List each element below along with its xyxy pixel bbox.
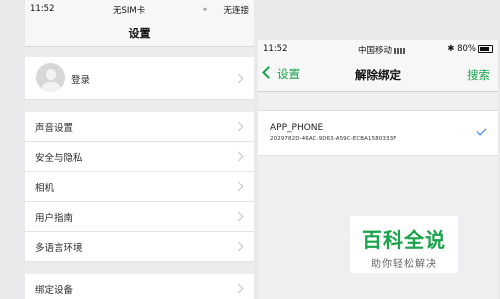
settings-item-security[interactable]: 安全与隐私 bbox=[25, 142, 254, 172]
chevron-right-icon bbox=[233, 73, 244, 84]
status-time: 11:52 bbox=[30, 4, 55, 14]
unbind-screen: 11:52 中国移动 ✱ 80% 设置 解除绑定 搜索 APP_PHONE 20… bbox=[258, 40, 498, 299]
nav-bar: 设置 bbox=[25, 18, 254, 47]
chevron-right-icon bbox=[233, 181, 244, 192]
section-gap bbox=[25, 100, 254, 112]
watermark-main: 百科全说 bbox=[362, 228, 446, 252]
section-gap bbox=[25, 47, 254, 57]
settings-item-label: 多语言环境 bbox=[35, 243, 83, 254]
chevron-right-icon bbox=[233, 151, 244, 162]
device-name: APP_PHONE bbox=[270, 123, 324, 133]
settings-item-label: 绑定设备 bbox=[35, 285, 74, 296]
settings-item-language[interactable]: 多语言环境 bbox=[25, 232, 254, 262]
settings-item-user-guide[interactable]: 用户指南 bbox=[25, 202, 254, 232]
status-bar: 11:52 无SIM卡 ⁎ 无连接 bbox=[25, 0, 254, 18]
login-label: 登录 bbox=[71, 75, 91, 86]
battery-icon bbox=[478, 44, 493, 53]
search-button[interactable]: 搜索 bbox=[467, 67, 490, 83]
status-wifi: 无连接 bbox=[223, 6, 249, 16]
chevron-right-icon bbox=[233, 283, 244, 294]
watermark-logo: 百科全说 助你轻松解决 bbox=[350, 216, 458, 273]
bluetooth-icon: ⁎ bbox=[203, 4, 207, 13]
avatar-icon bbox=[36, 63, 65, 92]
page-title: 解除绑定 bbox=[355, 68, 401, 82]
status-carrier: 无SIM卡 bbox=[113, 6, 146, 16]
section-gap bbox=[25, 262, 254, 274]
watermark-sub: 助你轻松解决 bbox=[371, 259, 437, 270]
nav-bar: 设置 解除绑定 搜索 bbox=[258, 57, 498, 92]
status-right: ✱ 80% bbox=[447, 44, 493, 54]
login-row[interactable]: 登录 bbox=[25, 57, 254, 100]
device-row[interactable]: APP_PHONE 2029782D-46AC-9D63-A59C-ECBA15… bbox=[258, 110, 498, 156]
checkmark-icon bbox=[476, 125, 487, 136]
status-time: 11:52 bbox=[263, 44, 288, 54]
settings-item-sound[interactable]: 声音设置 bbox=[25, 112, 254, 142]
settings-item-label: 声音设置 bbox=[35, 123, 74, 134]
settings-screen: 11:52 无SIM卡 ⁎ 无连接 设置 登录 声音设置 安全与隐私 相机 用户… bbox=[25, 0, 254, 299]
settings-item-camera[interactable]: 相机 bbox=[25, 172, 254, 202]
status-icons: ✱ 80% bbox=[447, 44, 476, 54]
settings-item-label: 相机 bbox=[35, 183, 55, 194]
device-id: 2029782D-46AC-9D63-A59C-ECBA1580333F bbox=[270, 136, 397, 142]
page-title: 设置 bbox=[128, 27, 151, 40]
status-carrier: 中国移动 bbox=[358, 44, 407, 56]
settings-item-bind-device[interactable]: 绑定设备 bbox=[25, 274, 254, 299]
status-carrier-label: 中国移动 bbox=[358, 46, 393, 56]
chevron-right-icon bbox=[233, 211, 244, 222]
settings-item-label: 用户指南 bbox=[35, 213, 74, 224]
chevron-right-icon bbox=[233, 241, 244, 252]
chevron-right-icon bbox=[233, 121, 244, 132]
settings-item-label: 安全与隐私 bbox=[35, 153, 83, 164]
signal-icon bbox=[394, 47, 407, 54]
status-bar: 11:52 中国移动 ✱ 80% bbox=[258, 40, 498, 57]
